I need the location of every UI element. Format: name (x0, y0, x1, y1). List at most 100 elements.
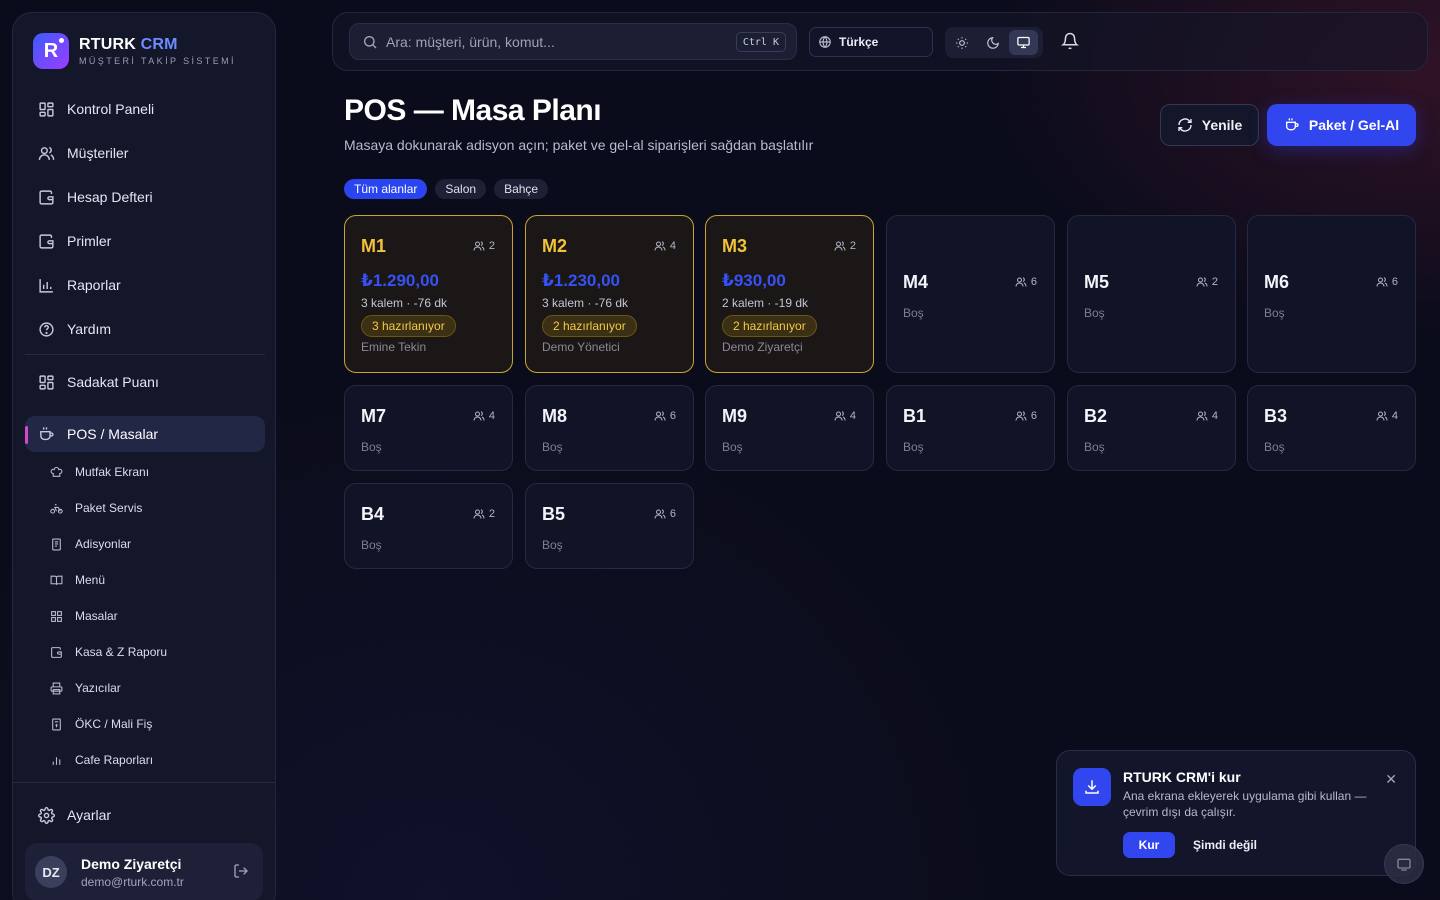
table-seats: 6 (1376, 276, 1398, 288)
table-seats: 6 (654, 410, 676, 422)
sidebar-subitem-label: Adisyonlar (75, 537, 132, 551)
filter-chip-garden[interactable]: Bahçe (494, 179, 549, 199)
sidebar-subitem-printers[interactable]: Yazıcılar (49, 670, 259, 706)
sidebar-divider (13, 782, 275, 783)
table-status: Boş (1264, 440, 1285, 454)
users-icon (654, 240, 666, 252)
table-card-b1[interactable]: B1 6 Boş (886, 385, 1055, 471)
brand[interactable]: R RTURK CRM MÜŞTERİ TAKİP SİSTEMİ (33, 33, 236, 69)
sidebar-subitem-cash[interactable]: Kasa & Z Raporu (49, 634, 259, 670)
filter-chip-salon[interactable]: Salon (435, 179, 487, 199)
settings-nav: Ayarlar (25, 797, 265, 841)
table-name: B4 (361, 504, 385, 524)
table-amount: ₺930,00 (722, 271, 786, 290)
sidebar-subitem-menu[interactable]: Menü (49, 562, 259, 598)
table-seats: 2 (834, 240, 856, 252)
package-order-label: Paket / Gel-Al (1308, 117, 1400, 133)
sidebar-item-pos[interactable]: POS / Masalar (25, 416, 265, 452)
table-card-m6[interactable]: M6 6 Boş (1247, 215, 1416, 373)
area-filters: Tüm alanlar Salon Bahçe (344, 179, 556, 199)
table-seat-count: 6 (1391, 276, 1398, 288)
refresh-button[interactable]: Yenile (1160, 104, 1259, 146)
users-icon (654, 410, 666, 422)
dark-theme-button[interactable] (979, 30, 1008, 55)
table-card-m8[interactable]: M8 6 Boş (525, 385, 694, 471)
table-seat-count: 2 (488, 240, 495, 252)
table-seat-count: 6 (1030, 276, 1037, 288)
table-card-m4[interactable]: M4 6 Boş (886, 215, 1055, 373)
sidebar-item-help[interactable]: Yardım (25, 311, 265, 347)
grid-icon (37, 373, 55, 391)
search-box[interactable]: Ctrl K (349, 23, 797, 60)
sidebar-subitem-cafe-reports[interactable]: Cafe Raporları (49, 742, 259, 778)
table-card-b2[interactable]: B2 4 Boş (1067, 385, 1236, 471)
system-theme-button[interactable] (1009, 30, 1039, 55)
main-nav: Kontrol Paneli Müşteriler Hesap Defteri … (25, 91, 265, 355)
chat-icon (1396, 856, 1412, 872)
refresh-icon (1177, 117, 1193, 133)
table-seat-count: 4 (1211, 410, 1218, 422)
dismiss-button[interactable]: Şimdi değil (1193, 832, 1257, 858)
shortcut-hint: Ctrl K (735, 32, 786, 52)
table-card-m3[interactable]: M3 2 ₺930,00 2 kalem · -19 dk 2 hazırlan… (705, 215, 874, 373)
table-card-b5[interactable]: B5 6 Boş (525, 483, 694, 569)
sidebar-item-bonuses[interactable]: Primler (25, 223, 265, 259)
install-button[interactable]: Kur (1123, 832, 1175, 858)
logout-icon[interactable] (233, 863, 249, 884)
filter-chip-all[interactable]: Tüm alanlar (344, 179, 428, 199)
language-label: Türkçe (839, 35, 879, 49)
table-name: B1 (903, 406, 927, 426)
sidebar-subitem-tables[interactable]: Masalar (49, 598, 259, 634)
sidebar-subitem-kitchen[interactable]: Mutfak Ekranı (49, 454, 259, 490)
bell-icon[interactable] (1060, 32, 1080, 55)
table-card-b3[interactable]: B3 4 Boş (1247, 385, 1416, 471)
sidebar-item-loyalty[interactable]: Sadakat Puanı (25, 364, 265, 400)
moon-icon (986, 36, 1000, 50)
sidebar-item-reports[interactable]: Raporlar (25, 267, 265, 303)
table-status: Boş (722, 440, 743, 454)
bike-icon (49, 501, 63, 515)
table-waiter: Demo Yönetici (542, 340, 620, 354)
sidebar-subitem-delivery[interactable]: Paket Servis (49, 490, 259, 526)
sidebar-item-ledger[interactable]: Hesap Defteri (25, 179, 265, 215)
table-card-m5[interactable]: M5 2 Boş (1067, 215, 1236, 373)
monitor-icon (1016, 35, 1031, 50)
sidebar-subitem-checks[interactable]: Adisyonlar (49, 526, 259, 562)
light-theme-button[interactable] (948, 30, 977, 55)
table-card-m1[interactable]: M1 2 ₺1.290,00 3 kalem · -76 dk 3 hazırl… (344, 215, 513, 373)
table-card-m7[interactable]: M7 4 Boş (344, 385, 513, 471)
search-input[interactable] (386, 33, 716, 50)
table-seat-count: 2 (488, 508, 495, 520)
help-icon (37, 320, 55, 338)
table-seat-count: 4 (488, 410, 495, 422)
chart-icon (37, 276, 55, 294)
language-select[interactable]: Türkçe (809, 27, 933, 57)
table-name: M9 (722, 406, 748, 426)
sidebar-item-settings[interactable]: Ayarlar (25, 797, 265, 833)
table-card-b4[interactable]: B4 2 Boş (344, 483, 513, 569)
table-seat-count: 4 (669, 240, 676, 252)
chat-fab-button[interactable] (1384, 844, 1424, 884)
sidebar-item-customers[interactable]: Müşteriler (25, 135, 265, 171)
users-icon (1015, 276, 1027, 288)
table-card-m2[interactable]: M2 4 ₺1.230,00 3 kalem · -76 dk 2 hazırl… (525, 215, 694, 373)
users-icon (473, 240, 485, 252)
sidebar-subitem-label: Paket Servis (75, 501, 143, 515)
table-seats: 6 (1015, 276, 1037, 288)
receipt-icon (49, 537, 63, 551)
receipt-icon (49, 717, 63, 731)
sidebar-item-dashboard[interactable]: Kontrol Paneli (25, 91, 265, 127)
cup-icon (37, 425, 55, 443)
sidebar-item-label: Müşteriler (67, 145, 129, 161)
sidebar-subitem-fiscal[interactable]: ÖKC / Mali Fiş (49, 706, 259, 742)
brand-logo: R (33, 33, 69, 69)
close-icon[interactable]: ✕ (1385, 771, 1397, 788)
wallet-icon (49, 645, 63, 659)
user-card[interactable]: DZ Demo Ziyaretçi demo@rturk.com.tr (25, 843, 263, 900)
user-email: demo@rturk.com.tr (81, 874, 184, 889)
table-name: M6 (1264, 272, 1290, 292)
package-order-button[interactable]: Paket / Gel-Al (1267, 104, 1416, 146)
table-meta: 3 kalem · -76 dk (542, 296, 629, 310)
users-icon (473, 508, 485, 520)
table-card-m9[interactable]: M9 4 Boş (705, 385, 874, 471)
